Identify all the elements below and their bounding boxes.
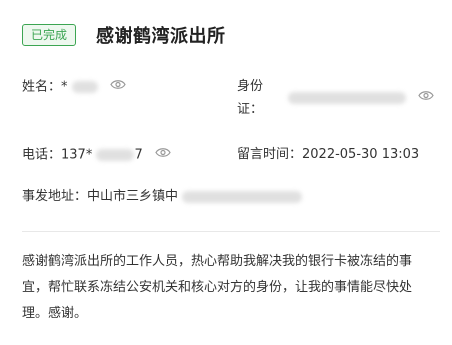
phone-row: 电话：137* 7 [22,146,171,165]
phone-value-end: 7 [134,147,143,163]
id-label-line2: 证： [237,102,264,117]
phone-masked [96,149,135,161]
address-row: 事发地址：中山市三乡镇中 [22,188,303,206]
eye-icon[interactable] [418,89,434,107]
eye-icon[interactable] [155,146,171,164]
id-masked [288,92,406,104]
id-row-value [288,89,434,108]
name-value: * [61,79,68,95]
id-label-line1: 身份 [237,79,264,94]
phone-value: 137* [61,147,93,163]
divider [22,231,440,232]
address-label: 事发地址： [22,189,88,204]
name-masked [71,81,98,93]
time-value: 2022-05-30 13:03 [302,147,420,162]
phone-label: 电话： [22,147,62,163]
time-row: 留言时间：2022-05-30 13:03 [237,146,419,164]
status-badge: 已完成 [22,24,77,46]
card-header: 已完成 感谢鹤湾派出所 [22,22,226,48]
name-label: 姓名： [22,79,62,95]
page-title: 感谢鹤湾派出所 [96,26,226,47]
message-content: 感谢鹤湾派出所的工作人员，热心帮助我解决我的银行卡被冻结的事宜，帮忙联系冻结公安… [22,254,413,321]
message-card: 已完成 感谢鹤湾派出所 姓名：* 身份 证： 电话：137* 7 留言时间：20… [0,0,452,345]
address-value: 中山市三乡镇中 [87,189,179,204]
time-label: 留言时间： [237,147,303,162]
eye-icon[interactable] [110,78,126,96]
name-row: 姓名：* [22,78,126,97]
address-masked [182,190,303,203]
